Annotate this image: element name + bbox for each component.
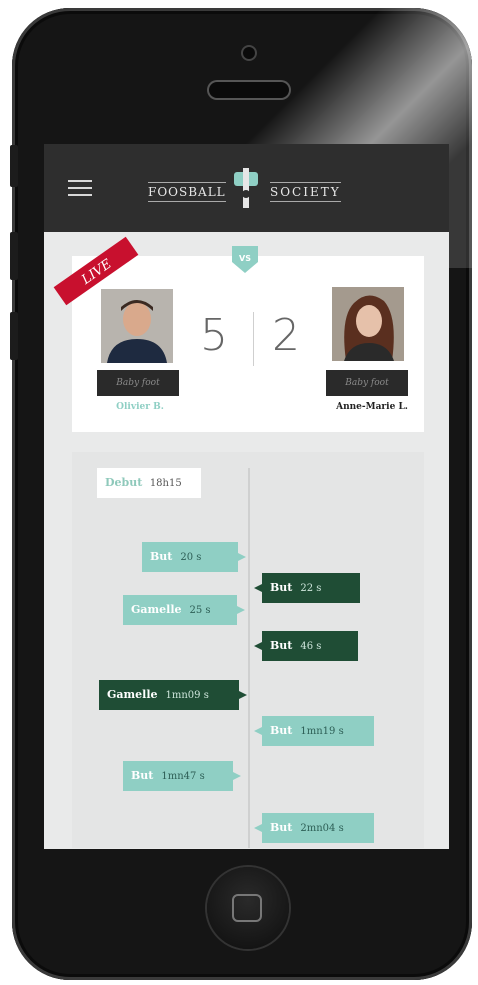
event-type: But [270, 724, 293, 737]
foosball-logo-icon [234, 168, 258, 208]
start-label: Debut [105, 476, 143, 489]
event-type: But [270, 581, 293, 594]
event-type: But [131, 769, 154, 782]
event-time: 1mn47 s [161, 771, 205, 782]
event-time: 20 s [180, 552, 202, 563]
score-divider [253, 312, 254, 366]
player-left-name[interactable]: Olivier B. [92, 402, 188, 412]
event-type: But [150, 550, 173, 563]
score-right: 2 [272, 310, 300, 361]
timeline-axis [248, 468, 250, 848]
vs-badge: VS [232, 246, 258, 273]
event-time: 46 s [300, 641, 322, 652]
match-start-marker: Debut 18h15 [97, 468, 201, 498]
hamburger-menu-icon[interactable] [68, 180, 92, 196]
score-left: 5 [200, 310, 228, 361]
start-time: 18h15 [149, 478, 182, 489]
player-left-plate: Baby foot [97, 370, 179, 396]
top-nav-bar: FOOSBALL SOCIETY [44, 144, 449, 232]
event-time: 1mn09 s [165, 690, 209, 701]
timeline-event[interactable]: But 20 s [142, 542, 246, 572]
event-type: But [270, 821, 293, 834]
event-time: 1mn19 s [300, 726, 344, 737]
player-right-name[interactable]: Anne-Marie L. [320, 402, 424, 412]
volume-up-button[interactable] [10, 232, 18, 280]
timeline-event[interactable]: But 22 s [254, 573, 360, 603]
event-type: Gamelle [131, 603, 182, 616]
timeline-event[interactable]: But 1mn47 s [123, 761, 241, 791]
player-right-plate: Baby foot [326, 370, 408, 396]
timeline-event[interactable]: Gamelle 25 s [123, 595, 245, 625]
volume-down-button[interactable] [10, 312, 18, 360]
timeline-event[interactable]: But 2mn04 s [254, 813, 374, 843]
event-time: 2mn04 s [300, 823, 344, 834]
event-time: 25 s [189, 605, 211, 616]
timeline-event[interactable]: But 1mn19 s [254, 716, 374, 746]
earpiece-speaker [209, 82, 289, 98]
event-time: 22 s [300, 583, 322, 594]
brand-right: SOCIETY [270, 182, 341, 202]
home-square-icon [232, 894, 262, 922]
vs-label: VS [239, 254, 251, 263]
event-type: Gamelle [107, 688, 158, 701]
brand-left: FOOSBALL [148, 182, 226, 202]
timeline-event[interactable]: But 46 s [254, 631, 358, 661]
event-type: But [270, 639, 293, 652]
player-left-avatar[interactable] [101, 289, 173, 363]
front-camera [243, 47, 255, 59]
timeline-event[interactable]: Gamelle 1mn09 s [99, 680, 247, 710]
player-right-avatar[interactable] [332, 287, 404, 361]
mute-switch[interactable] [10, 145, 18, 187]
